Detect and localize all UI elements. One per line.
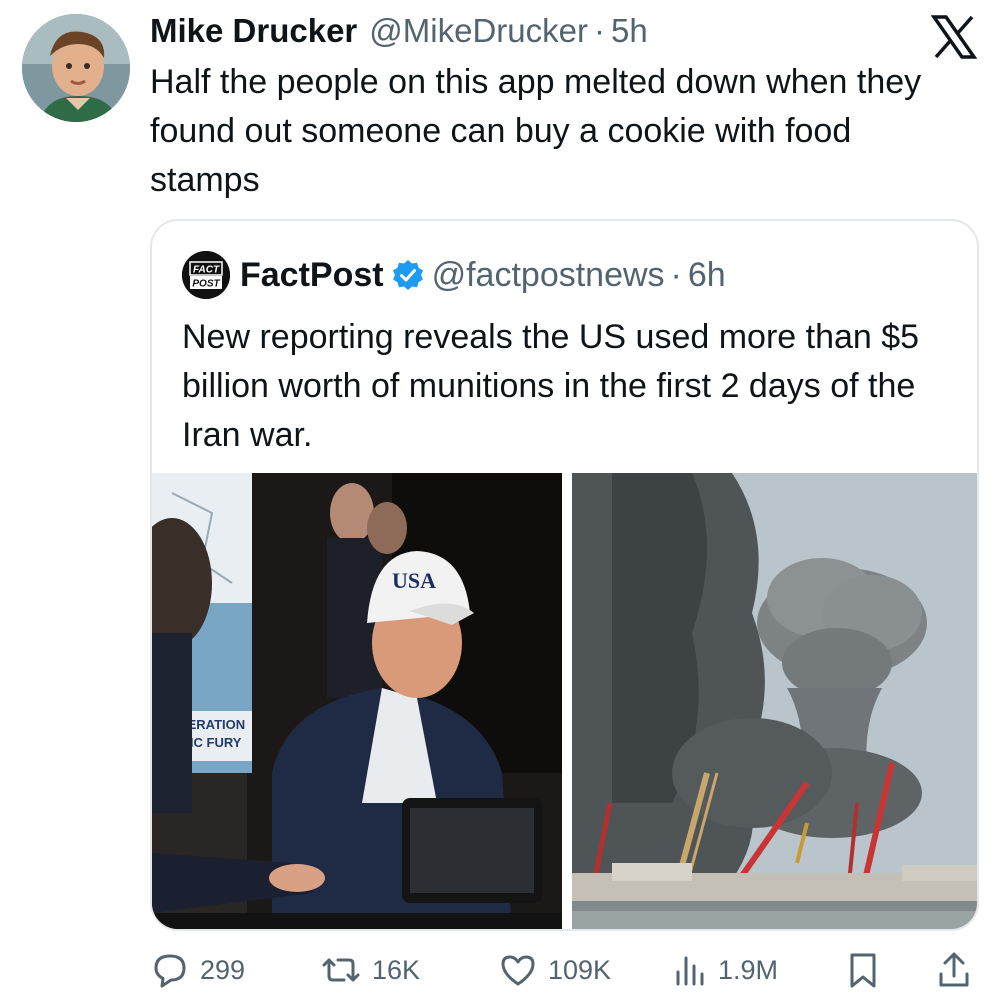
author-name[interactable]: Mike Drucker [150,12,357,50]
factpost-logo-line1: FACT [193,265,220,276]
tweet-header: Mike Drucker @MikeDrucker · 5h [150,12,648,52]
reply-count: 299 [200,954,246,985]
bookmark-button[interactable] [846,948,880,992]
views-count: 1.9M [718,954,779,985]
tweet-action-bar: 299 16K 109K 1.9M [150,948,980,992]
tweet-text: Half the people on this app melted down … [150,63,922,199]
bookmark-icon [850,953,876,988]
photo-right[interactable] [572,473,977,929]
photo-left[interactable]: OPERATION EPIC FURY USA [152,473,562,929]
author-avatar[interactable] [22,14,130,122]
reply-button[interactable]: 299 [150,948,245,992]
quoted-tweet-time[interactable]: 6h [688,256,726,295]
share-button[interactable] [936,948,972,992]
verified-badge-icon [392,260,423,290]
quoted-tweet-text: New reporting reveals the US used more t… [182,318,920,454]
like-button[interactable]: 109K [498,948,611,992]
media-divider [562,473,572,929]
repost-button[interactable]: 16K [320,948,420,992]
separator-dot: · [593,12,605,49]
repost-count: 16K [372,954,421,985]
factpost-avatar[interactable]: FACT POST [182,251,230,299]
repost-arrows-icon [322,958,360,982]
like-count: 109K [548,954,612,985]
quoted-author-name[interactable]: FactPost [240,256,384,295]
heart-icon [501,955,535,986]
x-logo-icon [930,14,978,60]
quoted-tweet-card[interactable]: FACT POST FactPost @factpostnews · 6h Ne… [150,219,979,931]
bar-chart-icon [676,956,704,986]
quoted-tweet-media: OPERATION EPIC FURY USA [152,473,977,929]
speech-bubble-icon [154,954,186,988]
share-icon [939,952,969,987]
cap-usa-text: USA [392,568,436,593]
quoted-separator-dot: · [670,255,682,294]
author-handle[interactable]: @MikeDrucker [369,12,588,50]
views-button[interactable]: 1.9M [672,948,778,992]
tweet-time[interactable]: 5h [611,12,648,50]
factpost-logo-line2: POST [192,279,220,290]
quoted-author-handle[interactable]: @factpostnews [432,256,665,295]
quoted-tweet-header: FACT POST FactPost @factpostnews · 6h [182,251,726,299]
